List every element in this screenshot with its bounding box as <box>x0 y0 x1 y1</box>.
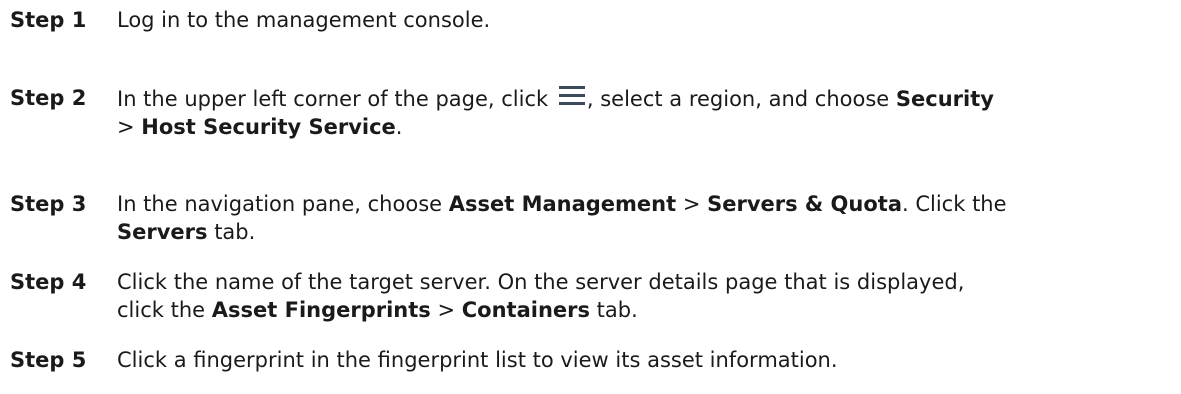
menu-path-asset-management: Asset Management <box>448 192 677 216</box>
step-line: In the upper left corner of the page, cl… <box>117 84 1177 113</box>
step-text-segment: Click a fingerprint in the fingerprint l… <box>117 348 838 372</box>
menu-path-host-security-service: Host Security Service <box>141 115 396 139</box>
menu-path-servers-quota: Servers & Quota <box>707 192 902 216</box>
step-text: Log in to the management console. <box>117 6 1177 34</box>
step-text-segment: click the <box>117 298 212 322</box>
tab-name-asset-fingerprints: Asset Fingerprints <box>211 298 431 322</box>
step-line: Log in to the management console. <box>117 6 1177 34</box>
tab-name-servers: Servers <box>117 220 208 244</box>
step-5: Step 5 Click a fingerprint in the finger… <box>10 346 1177 374</box>
step-line: Servers tab. <box>117 218 1177 246</box>
step-label: Step 5 <box>10 348 87 372</box>
step-text: Click a fingerprint in the fingerprint l… <box>117 346 1177 374</box>
step-text: Click the name of the target server. On … <box>117 268 1177 324</box>
step-text-segment: Log in to the management console. <box>117 8 491 32</box>
step-text-segment: . <box>395 115 403 139</box>
step-1: Step 1 Log in to the management console. <box>10 6 1177 34</box>
step-line: Click the name of the target server. On … <box>117 268 1177 296</box>
procedure-steps: Step 1 Log in to the management console.… <box>0 0 1181 394</box>
tab-name-containers: Containers <box>461 298 590 322</box>
menu-icon-graphic <box>558 86 585 105</box>
menu-path-security: Security <box>895 87 994 111</box>
step-label: Step 4 <box>10 270 87 294</box>
step-text-segment: . Click the <box>902 192 1007 216</box>
step-text-segment: > <box>430 298 462 322</box>
step-line: > Host Security Service. <box>117 113 1177 141</box>
step-label: Step 2 <box>10 86 87 110</box>
step-text: In the upper left corner of the page, cl… <box>117 84 1177 141</box>
step-text-segment: Click the name of the target server. On … <box>117 270 965 294</box>
step-line: Click a fingerprint in the fingerprint l… <box>117 346 1177 374</box>
step-text-segment: tab. <box>207 220 256 244</box>
step-text: In the navigation pane, choose Asset Man… <box>117 190 1177 246</box>
step-text-segment: tab. <box>590 298 638 322</box>
step-2: Step 2 In the upper left corner of the p… <box>10 84 1177 141</box>
step-text-segment: In the navigation pane, choose <box>117 192 449 216</box>
step-line: click the Asset Fingerprints > Container… <box>117 296 1177 324</box>
step-text-segment: > <box>676 192 708 216</box>
step-label: Step 3 <box>10 192 87 216</box>
step-3: Step 3 In the navigation pane, choose As… <box>10 190 1177 246</box>
step-4: Step 4 Click the name of the target serv… <box>10 268 1177 324</box>
menu-icon <box>557 84 587 108</box>
step-text-segment: In the upper left corner of the page, cl… <box>117 87 555 111</box>
step-text-segment: , select a region, and choose <box>586 87 896 111</box>
step-label: Step 1 <box>10 8 87 32</box>
step-line: In the navigation pane, choose Asset Man… <box>117 190 1177 218</box>
step-text-segment: > <box>117 115 142 139</box>
